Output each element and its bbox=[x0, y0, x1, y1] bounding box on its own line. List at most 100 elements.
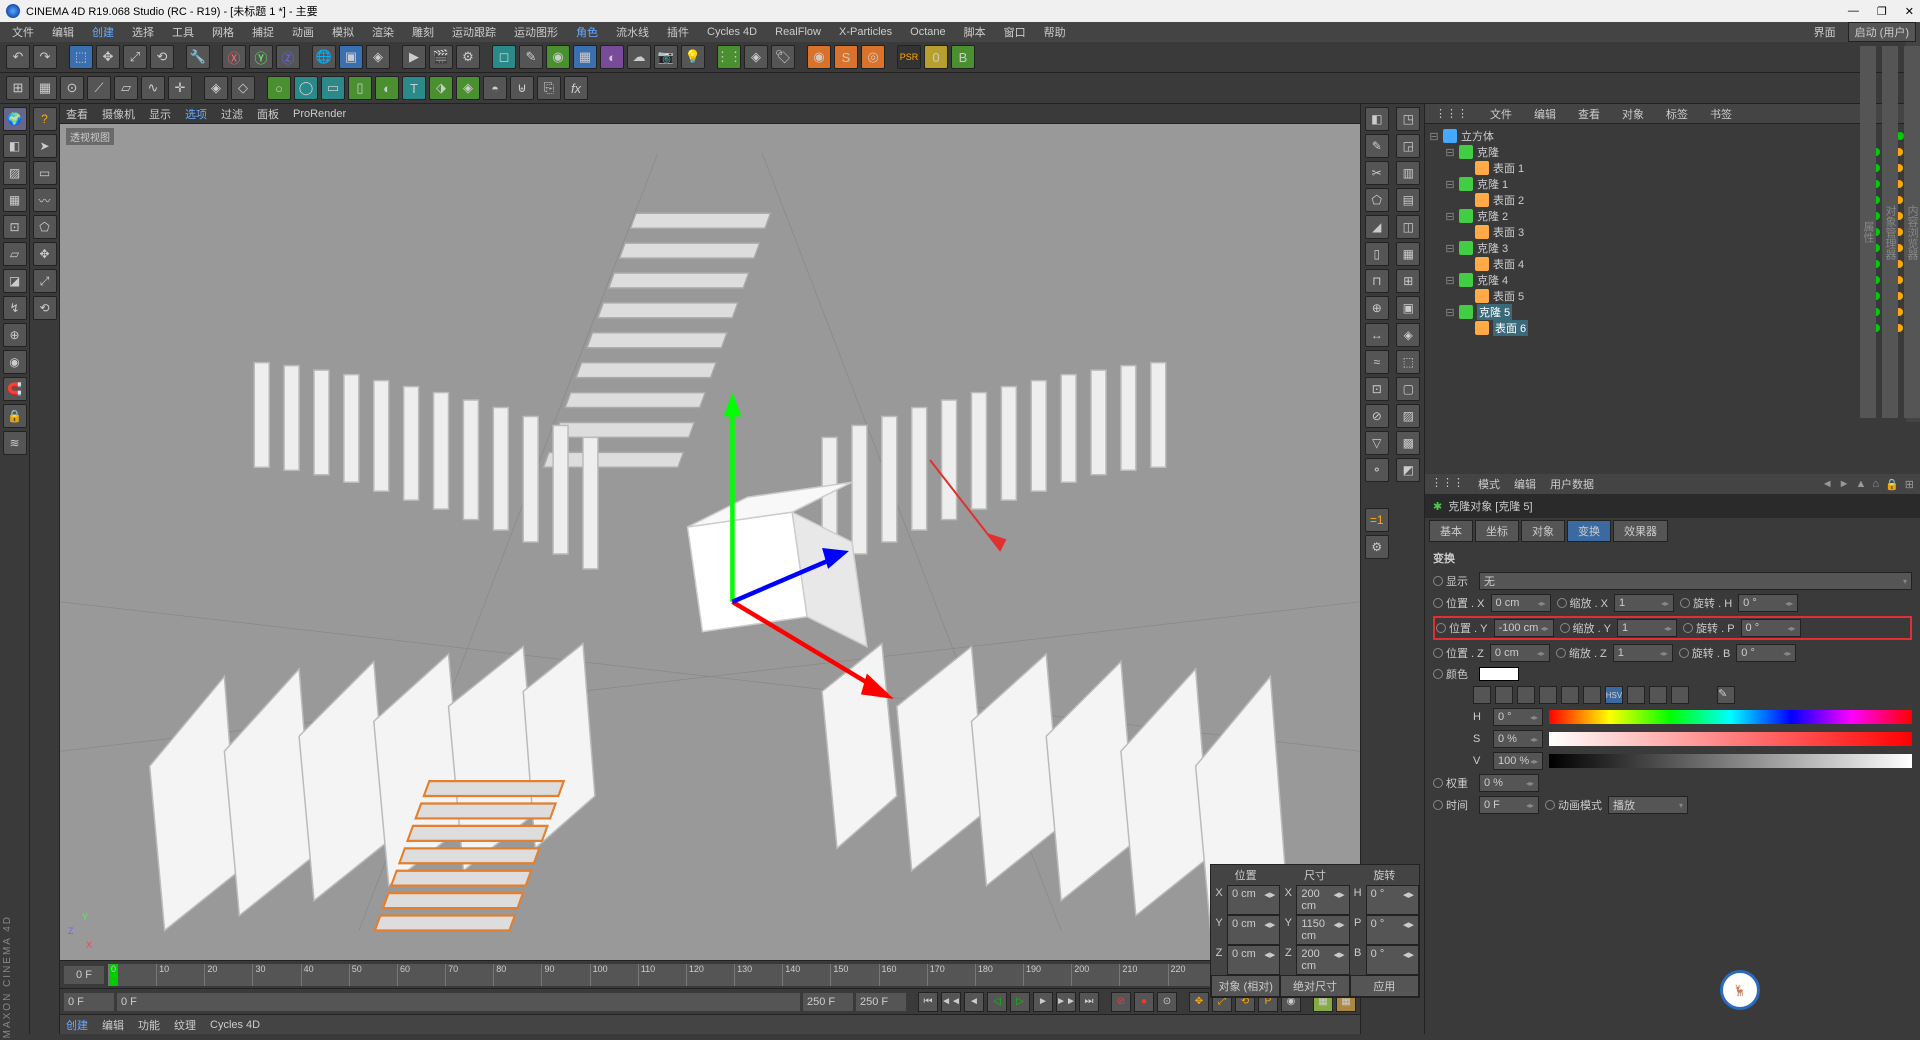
effector[interactable]: ◈ bbox=[744, 45, 768, 69]
menu-sculpt[interactable]: 雕刻 bbox=[404, 22, 442, 42]
rt2-b[interactable]: ◲ bbox=[1396, 134, 1420, 158]
btab-texture[interactable]: 纹理 bbox=[174, 1017, 196, 1033]
key-options[interactable]: ⊙ bbox=[1157, 992, 1177, 1012]
tree-row[interactable]: ⊟克隆 3✔ bbox=[1429, 240, 1916, 256]
tag-add[interactable]: 🏷 bbox=[771, 45, 795, 69]
tree-row[interactable]: ⊟立方体✔ bbox=[1429, 128, 1916, 144]
reset-psr[interactable]: PSR bbox=[897, 45, 921, 69]
btab-create[interactable]: 创建 bbox=[66, 1017, 88, 1033]
menu-character[interactable]: 角色 bbox=[568, 22, 606, 42]
b-btn[interactable]: B bbox=[951, 45, 975, 69]
snap-axis[interactable]: ✛ bbox=[168, 76, 192, 100]
axis-y-toggle[interactable]: Ⓨ bbox=[249, 45, 273, 69]
rt2-c[interactable]: ▥ bbox=[1396, 161, 1420, 185]
rt2-a[interactable]: ◳ bbox=[1396, 107, 1420, 131]
menu-pipeline[interactable]: 流水线 bbox=[608, 22, 657, 42]
tree-row[interactable]: ⊟克隆 1✔ bbox=[1429, 176, 1916, 192]
dock-attributes[interactable]: 属性 bbox=[1860, 46, 1876, 418]
tree-row[interactable]: 表面 6✔ bbox=[1429, 320, 1916, 336]
maximize-button[interactable]: ❐ bbox=[1877, 5, 1887, 18]
snap-spline[interactable]: ∿ bbox=[141, 76, 165, 100]
loft[interactable]: ◈ bbox=[456, 76, 480, 100]
frame-current-field[interactable]: 0 F bbox=[117, 993, 800, 1011]
tree-row[interactable]: 表面 1✔ bbox=[1429, 160, 1916, 176]
minimize-button[interactable]: — bbox=[1848, 5, 1859, 17]
octane-render[interactable]: ◎ bbox=[861, 45, 885, 69]
om-edit[interactable]: 编辑 bbox=[1530, 104, 1560, 124]
snap-edge[interactable]: ⟋ bbox=[87, 76, 111, 100]
subdivision[interactable]: ◉ bbox=[546, 45, 570, 69]
play-forward[interactable]: ▷ bbox=[1010, 992, 1030, 1012]
goto-start[interactable]: ⏮ bbox=[918, 992, 938, 1012]
coord-mode-abs[interactable]: 绝对尺寸 bbox=[1280, 975, 1349, 997]
camera[interactable]: 📷 bbox=[654, 45, 678, 69]
lock-mode[interactable]: 🔒 bbox=[3, 404, 27, 428]
btab-function[interactable]: 功能 bbox=[138, 1017, 160, 1033]
attr-fwd[interactable]: ► bbox=[1839, 478, 1850, 491]
tree-row[interactable]: 表面 3✔ bbox=[1429, 224, 1916, 240]
next-key[interactable]: ►► bbox=[1056, 992, 1076, 1012]
render-settings[interactable]: ⚙ bbox=[456, 45, 480, 69]
deformer[interactable]: ◐ bbox=[600, 45, 624, 69]
rt-gear[interactable]: ⚙ bbox=[1365, 535, 1389, 559]
color-swatch[interactable] bbox=[1479, 667, 1519, 681]
goto-end[interactable]: ⏭ bbox=[1079, 992, 1099, 1012]
rt-melt[interactable]: ▽ bbox=[1365, 431, 1389, 455]
menu-window[interactable]: 窗口 bbox=[996, 22, 1034, 42]
prev-key[interactable]: ◄◄ bbox=[941, 992, 961, 1012]
menu-simulate[interactable]: 模拟 bbox=[324, 22, 362, 42]
menu-realflow[interactable]: RealFlow bbox=[767, 24, 829, 40]
rt-slide[interactable]: ↔ bbox=[1365, 323, 1389, 347]
octane-btn[interactable]: ◉ bbox=[807, 45, 831, 69]
array-tool[interactable]: ▦ bbox=[573, 45, 597, 69]
attr-tab[interactable]: 变换 bbox=[1567, 520, 1611, 542]
scale-y-field[interactable]: 1◂▸ bbox=[1617, 619, 1677, 637]
lathe[interactable]: ◐ bbox=[375, 76, 399, 100]
viewport[interactable]: 透视视图 网格间距 : 100 cm Y Z X bbox=[60, 124, 1360, 960]
point-mode[interactable]: ⊡ bbox=[3, 215, 27, 239]
vp-panel[interactable]: 面板 bbox=[257, 106, 279, 122]
rt-cloth[interactable]: ◧ bbox=[1365, 107, 1389, 131]
vp-options[interactable]: 选项 bbox=[185, 106, 207, 122]
recent-tool[interactable]: 🔧 bbox=[186, 45, 210, 69]
attr-userdata[interactable]: 用户数据 bbox=[1550, 476, 1594, 492]
axis-mode[interactable]: ↯ bbox=[3, 296, 27, 320]
rot-h-field[interactable]: 0 °◂▸ bbox=[1738, 594, 1798, 612]
rt-poly[interactable]: ⬠ bbox=[1365, 188, 1389, 212]
prev-frame[interactable]: ◄ bbox=[964, 992, 984, 1012]
menu-snap[interactable]: 捕捉 bbox=[244, 22, 282, 42]
rt2-m[interactable]: ▩ bbox=[1396, 431, 1420, 455]
poly-mode[interactable]: ◪ bbox=[3, 269, 27, 293]
menu-render[interactable]: 渲染 bbox=[364, 22, 402, 42]
next-frame[interactable]: ► bbox=[1033, 992, 1053, 1012]
rt-disconnect[interactable]: ⊘ bbox=[1365, 404, 1389, 428]
redo-button[interactable]: ↷ bbox=[33, 45, 57, 69]
menu-plugins[interactable]: 插件 bbox=[659, 22, 697, 42]
magnet[interactable]: 🧲 bbox=[3, 377, 27, 401]
menu-help[interactable]: 帮助 bbox=[1036, 22, 1074, 42]
select-tool[interactable]: ⬚ bbox=[69, 45, 93, 69]
weight-field[interactable]: 0 %◂▸ bbox=[1479, 774, 1539, 792]
primitive-pen[interactable]: ✎ bbox=[519, 45, 543, 69]
tree-row[interactable]: 表面 5✔ bbox=[1429, 288, 1916, 304]
cloner[interactable]: ⋮⋮ bbox=[717, 45, 741, 69]
attr-tab[interactable]: 效果器 bbox=[1613, 520, 1668, 542]
rt-weld[interactable]: ⊕ bbox=[1365, 296, 1389, 320]
zero-btn[interactable]: 0 bbox=[924, 45, 948, 69]
attr-tab[interactable]: 坐标 bbox=[1475, 520, 1519, 542]
model-mode[interactable]: 🌍 bbox=[3, 107, 27, 131]
auto-key[interactable]: ● bbox=[1134, 992, 1154, 1012]
rect-select[interactable]: ▭ bbox=[33, 161, 57, 185]
object-mode[interactable]: ◧ bbox=[3, 134, 27, 158]
light[interactable]: 💡 bbox=[681, 45, 705, 69]
cube-primitive[interactable]: ▣ bbox=[339, 45, 363, 69]
rt2-f[interactable]: ▦ bbox=[1396, 242, 1420, 266]
poly-select[interactable]: ⬠ bbox=[33, 215, 57, 239]
timeline-start[interactable]: 0 F bbox=[64, 966, 104, 984]
timeline-ruler[interactable]: 0102030405060708090100110120130140150160… bbox=[108, 964, 1312, 986]
menu-script[interactable]: 脚本 bbox=[956, 22, 994, 42]
attr-edit[interactable]: 编辑 bbox=[1514, 476, 1536, 492]
attr-mode[interactable]: 模式 bbox=[1478, 476, 1500, 492]
snap-grid[interactable]: ▦ bbox=[33, 76, 57, 100]
vp-camera[interactable]: 摄像机 bbox=[102, 106, 135, 122]
